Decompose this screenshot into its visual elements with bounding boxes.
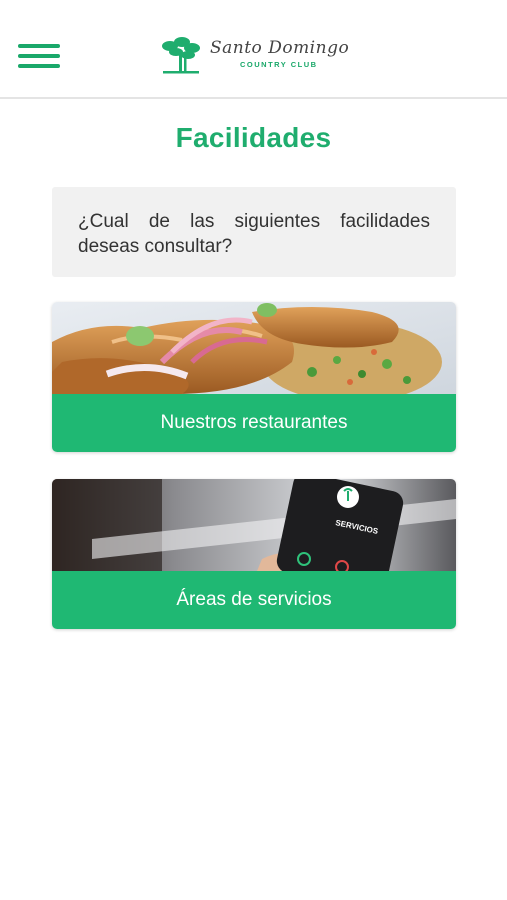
menu-bar <box>18 64 60 68</box>
question-box: ¿Cual de las siguientes facilidades dese… <box>52 187 456 277</box>
service-areas-card-label: Áreas de servicios <box>52 571 456 629</box>
logo-script-text: Santo Domingo <box>210 38 350 58</box>
service-areas-card[interactable]: SERVICIOS Áreas de servicios <box>52 479 456 629</box>
logo-subtitle: COUNTRY CLUB <box>240 60 318 69</box>
restaurants-card-label: Nuestros restaurantes <box>52 394 456 452</box>
menu-bar <box>18 44 60 48</box>
menu-bar <box>18 54 60 58</box>
phone-photo-illustration: SERVICIOS <box>52 479 456 571</box>
question-text: ¿Cual de las siguientes facilidades dese… <box>78 211 430 257</box>
food-photo-illustration <box>52 302 456 394</box>
page-title: Facilidades <box>175 122 332 153</box>
restaurants-card[interactable]: Nuestros restaurantes <box>52 302 456 452</box>
phone-call-photo: SERVICIOS <box>52 479 456 571</box>
app-header: Santo Domingo COUNTRY CLUB <box>0 0 507 99</box>
club-logo: Santo Domingo COUNTRY CLUB <box>160 36 360 78</box>
hamburger-menu-icon[interactable] <box>18 42 60 72</box>
food-dish-photo <box>52 302 456 394</box>
palm-tree-logo-icon <box>162 37 200 74</box>
